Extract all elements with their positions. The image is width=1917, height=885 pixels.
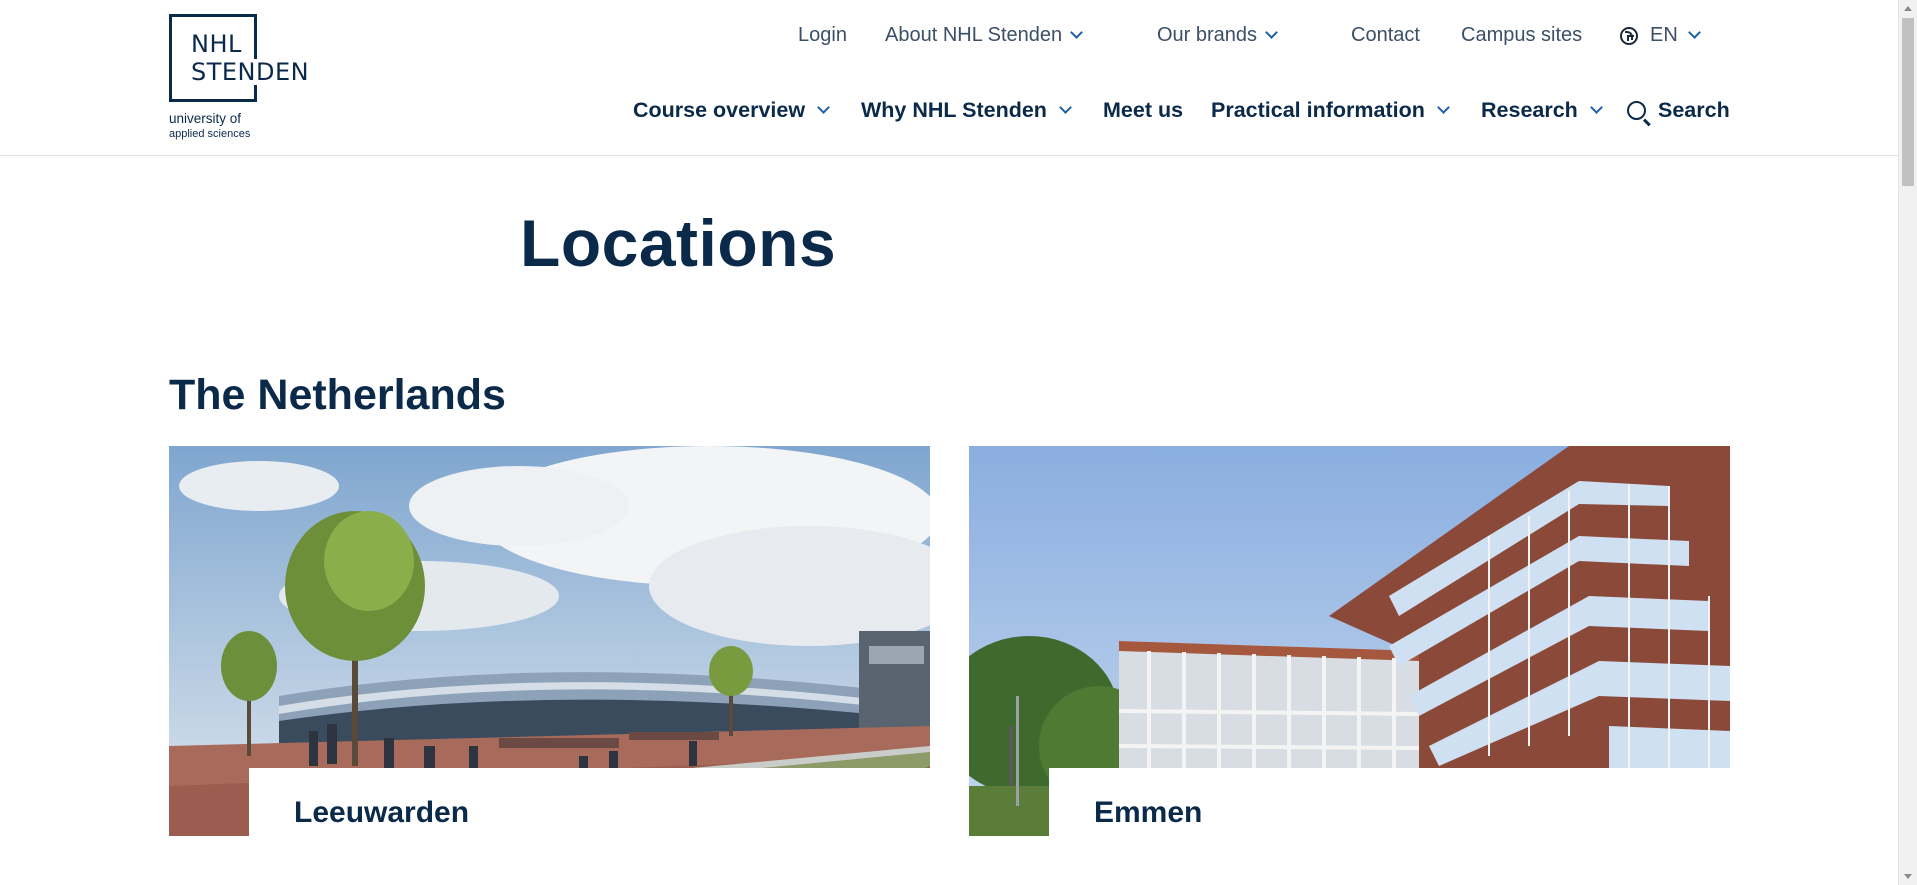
logo-text-line2: STENDEN [191, 58, 312, 86]
logo-text-line1: NHL [191, 30, 244, 58]
top-nav-our-brands[interactable]: Our brands [1157, 24, 1278, 47]
top-nav-login-label: Login [798, 24, 847, 46]
top-nav-login[interactable]: Login [798, 24, 847, 47]
main-nav-research-label: Research [1481, 98, 1578, 122]
main-nav-meet-us-label: Meet us [1103, 98, 1184, 122]
page-title: Locations [520, 206, 837, 280]
scrollbar-thumb[interactable] [1902, 18, 1914, 186]
top-nav-our-brands-label: Our brands [1157, 24, 1258, 46]
chevron-down-icon [1070, 26, 1084, 39]
nhl-stenden-logo[interactable]: NHL STENDEN university of applied scienc… [169, 14, 329, 144]
search-button-label: Search [1658, 98, 1730, 122]
main-nav-meet-us[interactable]: Meet us [1103, 98, 1183, 123]
site-header: NHL STENDEN university of applied scienc… [0, 0, 1898, 156]
globe-icon [1620, 26, 1638, 45]
main-nav-course-overview[interactable]: Course overview [633, 98, 830, 123]
main-nav-practical-information[interactable]: Practical information [1211, 98, 1450, 123]
main-nav-why-nhl-stenden[interactable]: Why NHL Stenden [861, 98, 1072, 123]
location-card-label-box: Leeuwarden [249, 768, 930, 838]
location-name: Leeuwarden [294, 796, 470, 829]
location-card-emmen[interactable]: Emmen [969, 446, 1730, 838]
scroll-up-arrow-icon[interactable] [1904, 6, 1912, 11]
main-nav-course-overview-label: Course overview [633, 98, 806, 122]
main-nav-why-nhl-stenden-label: Why NHL Stenden [861, 98, 1047, 122]
chevron-down-icon [1436, 101, 1450, 114]
chevron-down-icon [1265, 26, 1278, 39]
logo-subtitle-line1: university of [169, 111, 242, 126]
chevron-down-icon [1589, 101, 1603, 114]
chevron-down-icon [1059, 101, 1072, 114]
top-nav-contact-label: Contact [1351, 24, 1420, 46]
scroll-down-arrow-icon[interactable] [1904, 874, 1912, 879]
main-nav-research[interactable]: Research [1481, 98, 1603, 123]
section-title: The Netherlands [169, 371, 506, 419]
chevron-down-icon [817, 101, 830, 114]
top-nav-campus-sites-label: Campus sites [1461, 24, 1583, 46]
search-button[interactable]: Search [1627, 98, 1730, 123]
language-selector-label: EN [1650, 24, 1678, 46]
language-selector[interactable]: EN [1620, 24, 1701, 47]
top-nav-campus-sites[interactable]: Campus sites [1461, 24, 1582, 47]
top-nav-about[interactable]: About NHL Stenden [885, 24, 1084, 47]
chevron-down-icon [1687, 26, 1701, 39]
top-nav-contact[interactable]: Contact [1351, 24, 1420, 47]
location-card-label-box: Emmen [1049, 768, 1730, 838]
logo-subtitle-line2: applied sciences [169, 128, 251, 140]
top-nav-about-label: About NHL Stenden [885, 24, 1063, 46]
location-name: Emmen [1094, 796, 1203, 829]
page-scrollbar[interactable] [1898, 0, 1917, 885]
main-nav-practical-information-label: Practical information [1211, 98, 1425, 122]
location-card-leeuwarden[interactable]: Leeuwarden [169, 446, 930, 838]
search-icon [1627, 101, 1646, 120]
